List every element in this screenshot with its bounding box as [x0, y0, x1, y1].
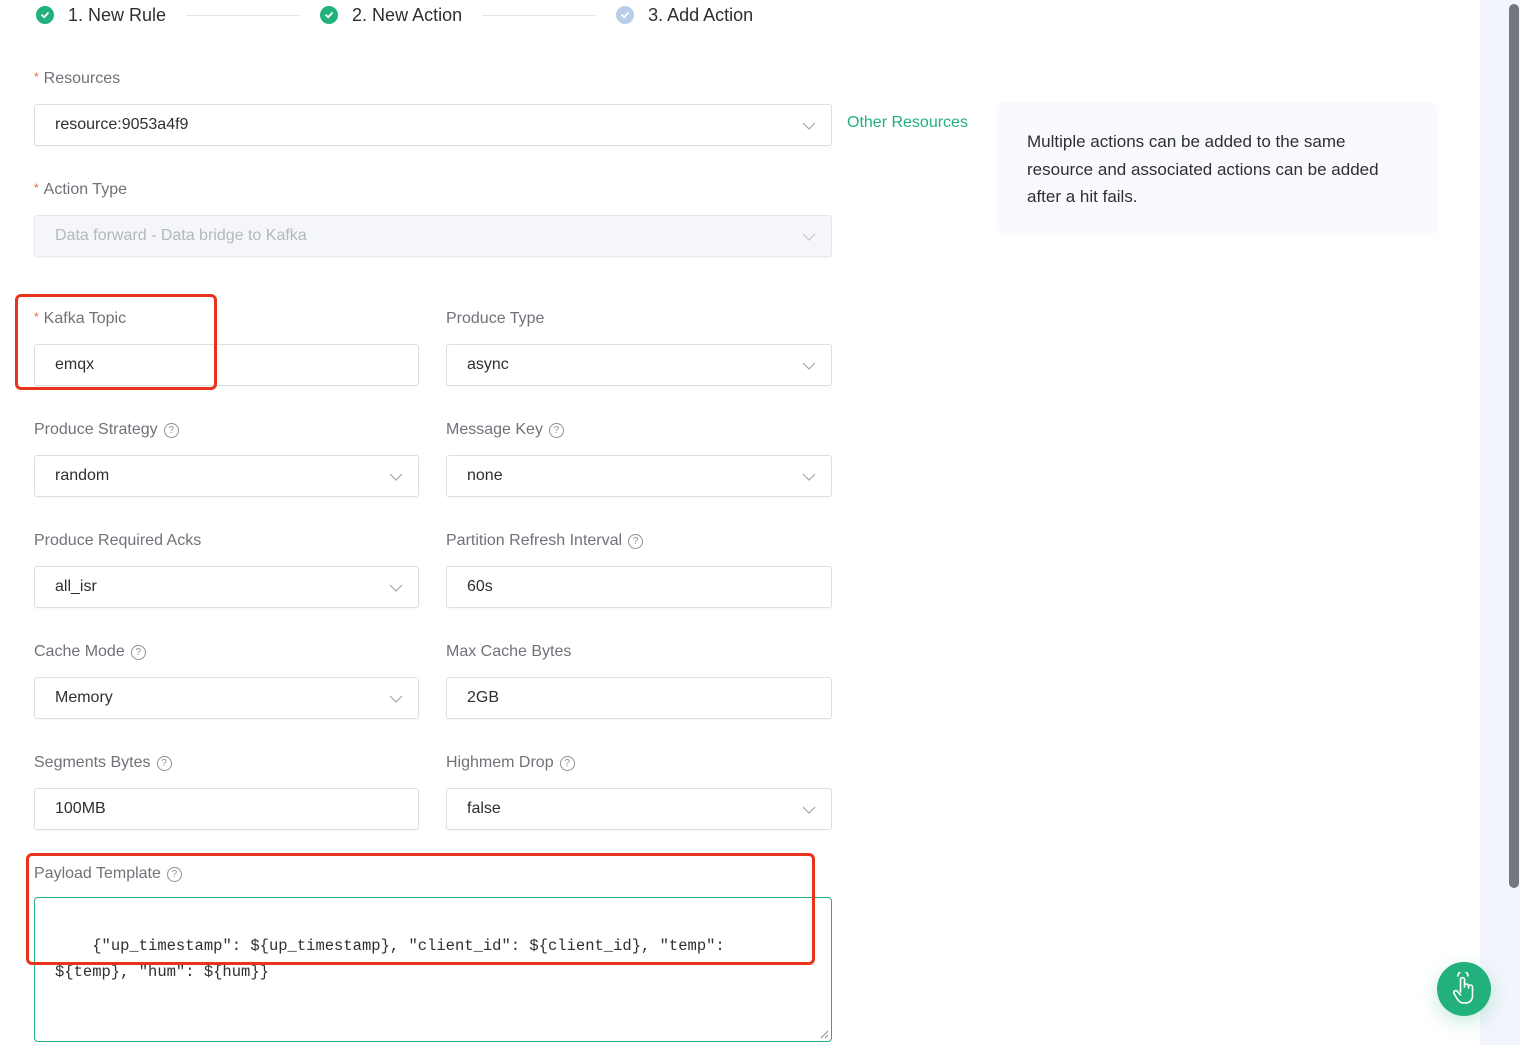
- step-label: 2. New Action: [352, 4, 463, 25]
- input-value: 2GB: [467, 689, 500, 706]
- payload-template-label: Payload Template ?: [34, 865, 182, 883]
- select-value: false: [467, 800, 501, 817]
- kafka-topic-label: * Kafka Topic: [34, 310, 126, 328]
- payload-template-textarea[interactable]: {"up_timestamp": ${up_timestamp}, "clien…: [34, 897, 832, 1042]
- label-text: Cache Mode: [34, 643, 125, 660]
- input-value: 100MB: [55, 800, 106, 817]
- check-circle-icon: [616, 6, 635, 24]
- steps-bar: 1. New Rule 2. New Action 3. Add Action: [36, 4, 753, 26]
- chevron-down-icon: [802, 233, 816, 241]
- floating-help-button[interactable]: [1437, 962, 1491, 1016]
- label-text: Message Key: [446, 421, 543, 438]
- highmem-drop-select[interactable]: false: [446, 788, 832, 830]
- select-value: async: [467, 356, 509, 373]
- segments-bytes-label: Segments Bytes ?: [34, 754, 172, 772]
- cache-mode-select[interactable]: Memory: [34, 677, 419, 719]
- produce-type-label: Produce Type: [446, 310, 544, 328]
- label-text: Produce Type: [446, 310, 545, 327]
- action-type-select[interactable]: Data forward - Data bridge to Kafka: [34, 215, 832, 257]
- step-add-action: 3. Add Action: [616, 5, 753, 26]
- select-value: random: [55, 467, 110, 484]
- question-circle-icon[interactable]: ?: [628, 533, 644, 549]
- partition-refresh-interval-input[interactable]: 60s: [446, 566, 832, 608]
- question-circle-icon[interactable]: ?: [166, 866, 182, 882]
- check-circle-icon: [320, 6, 339, 24]
- textarea-value: {"up_timestamp": ${up_timestamp}, "clien…: [55, 937, 725, 981]
- resources-label: * Resources: [34, 70, 120, 88]
- required-mark: *: [34, 181, 39, 195]
- tip-text: Multiple actions can be added to the sam…: [1027, 132, 1379, 206]
- scrollbar-thumb[interactable]: [1509, 4, 1519, 888]
- question-circle-icon[interactable]: ?: [130, 644, 146, 660]
- select-value: resource:9053a4f9: [55, 116, 189, 133]
- action-type-label: * Action Type: [34, 181, 127, 199]
- resize-handle-icon[interactable]: [819, 1029, 829, 1039]
- partition-refresh-interval-label: Partition Refresh Interval ?: [446, 532, 644, 550]
- chevron-down-icon: [802, 362, 816, 370]
- label-text: Payload Template: [34, 865, 161, 882]
- chevron-down-icon: [802, 806, 816, 814]
- segments-bytes-input[interactable]: 100MB: [34, 788, 419, 830]
- kafka-topic-input[interactable]: emqx: [34, 344, 419, 386]
- label-text: Segments Bytes: [34, 754, 151, 771]
- required-mark: *: [34, 310, 39, 324]
- input-value: 60s: [467, 578, 493, 595]
- add-action-page: 1. New Rule 2. New Action 3. Add Action …: [0, 0, 1520, 1045]
- produce-type-select[interactable]: async: [446, 344, 832, 386]
- resources-select[interactable]: resource:9053a4f9: [34, 104, 832, 146]
- question-circle-icon[interactable]: ?: [163, 422, 179, 438]
- label-text: Partition Refresh Interval: [446, 532, 623, 549]
- produce-strategy-select[interactable]: random: [34, 455, 419, 497]
- step-new-rule: 1. New Rule: [36, 5, 166, 26]
- question-circle-icon[interactable]: ?: [559, 755, 575, 771]
- label-text: Produce Required Acks: [34, 532, 202, 549]
- select-value: Data forward - Data bridge to Kafka: [55, 227, 307, 244]
- label-text: Max Cache Bytes: [446, 643, 572, 660]
- question-circle-icon[interactable]: ?: [548, 422, 564, 438]
- label-text: Produce Strategy: [34, 421, 158, 438]
- label-text: Resources: [43, 70, 121, 87]
- other-resources-link[interactable]: Other Resources: [847, 114, 968, 132]
- chevron-down-icon: [389, 584, 403, 592]
- produce-required-acks-select[interactable]: all_isr: [34, 566, 419, 608]
- required-mark: *: [34, 70, 39, 84]
- produce-strategy-label: Produce Strategy ?: [34, 421, 179, 439]
- select-value: all_isr: [55, 578, 97, 595]
- cache-mode-label: Cache Mode ?: [34, 643, 146, 661]
- label-text: Highmem Drop: [446, 754, 554, 771]
- chevron-down-icon: [389, 695, 403, 703]
- step-divider: [482, 14, 597, 16]
- produce-required-acks-label: Produce Required Acks: [34, 532, 201, 550]
- select-value: Memory: [55, 689, 113, 706]
- step-new-action: 2. New Action: [320, 5, 462, 26]
- step-label: 1. New Rule: [68, 4, 167, 25]
- max-cache-bytes-label: Max Cache Bytes: [446, 643, 571, 661]
- step-divider: [186, 14, 301, 16]
- message-key-label: Message Key ?: [446, 421, 564, 439]
- tip-box: Multiple actions can be added to the sam…: [996, 102, 1438, 236]
- label-text: Action Type: [43, 181, 127, 198]
- check-circle-icon: [36, 6, 54, 24]
- step-label: 3. Add Action: [648, 4, 754, 25]
- question-circle-icon[interactable]: ?: [156, 755, 172, 771]
- chevron-down-icon: [389, 473, 403, 481]
- label-text: Kafka Topic: [43, 310, 127, 327]
- hand-pointer-icon: [1453, 972, 1474, 1004]
- chevron-down-icon: [802, 122, 816, 130]
- chevron-down-icon: [802, 473, 816, 481]
- message-key-select[interactable]: none: [446, 455, 832, 497]
- highmem-drop-label: Highmem Drop ?: [446, 754, 575, 772]
- select-value: none: [467, 467, 503, 484]
- input-value: emqx: [55, 356, 95, 373]
- max-cache-bytes-input[interactable]: 2GB: [446, 677, 832, 719]
